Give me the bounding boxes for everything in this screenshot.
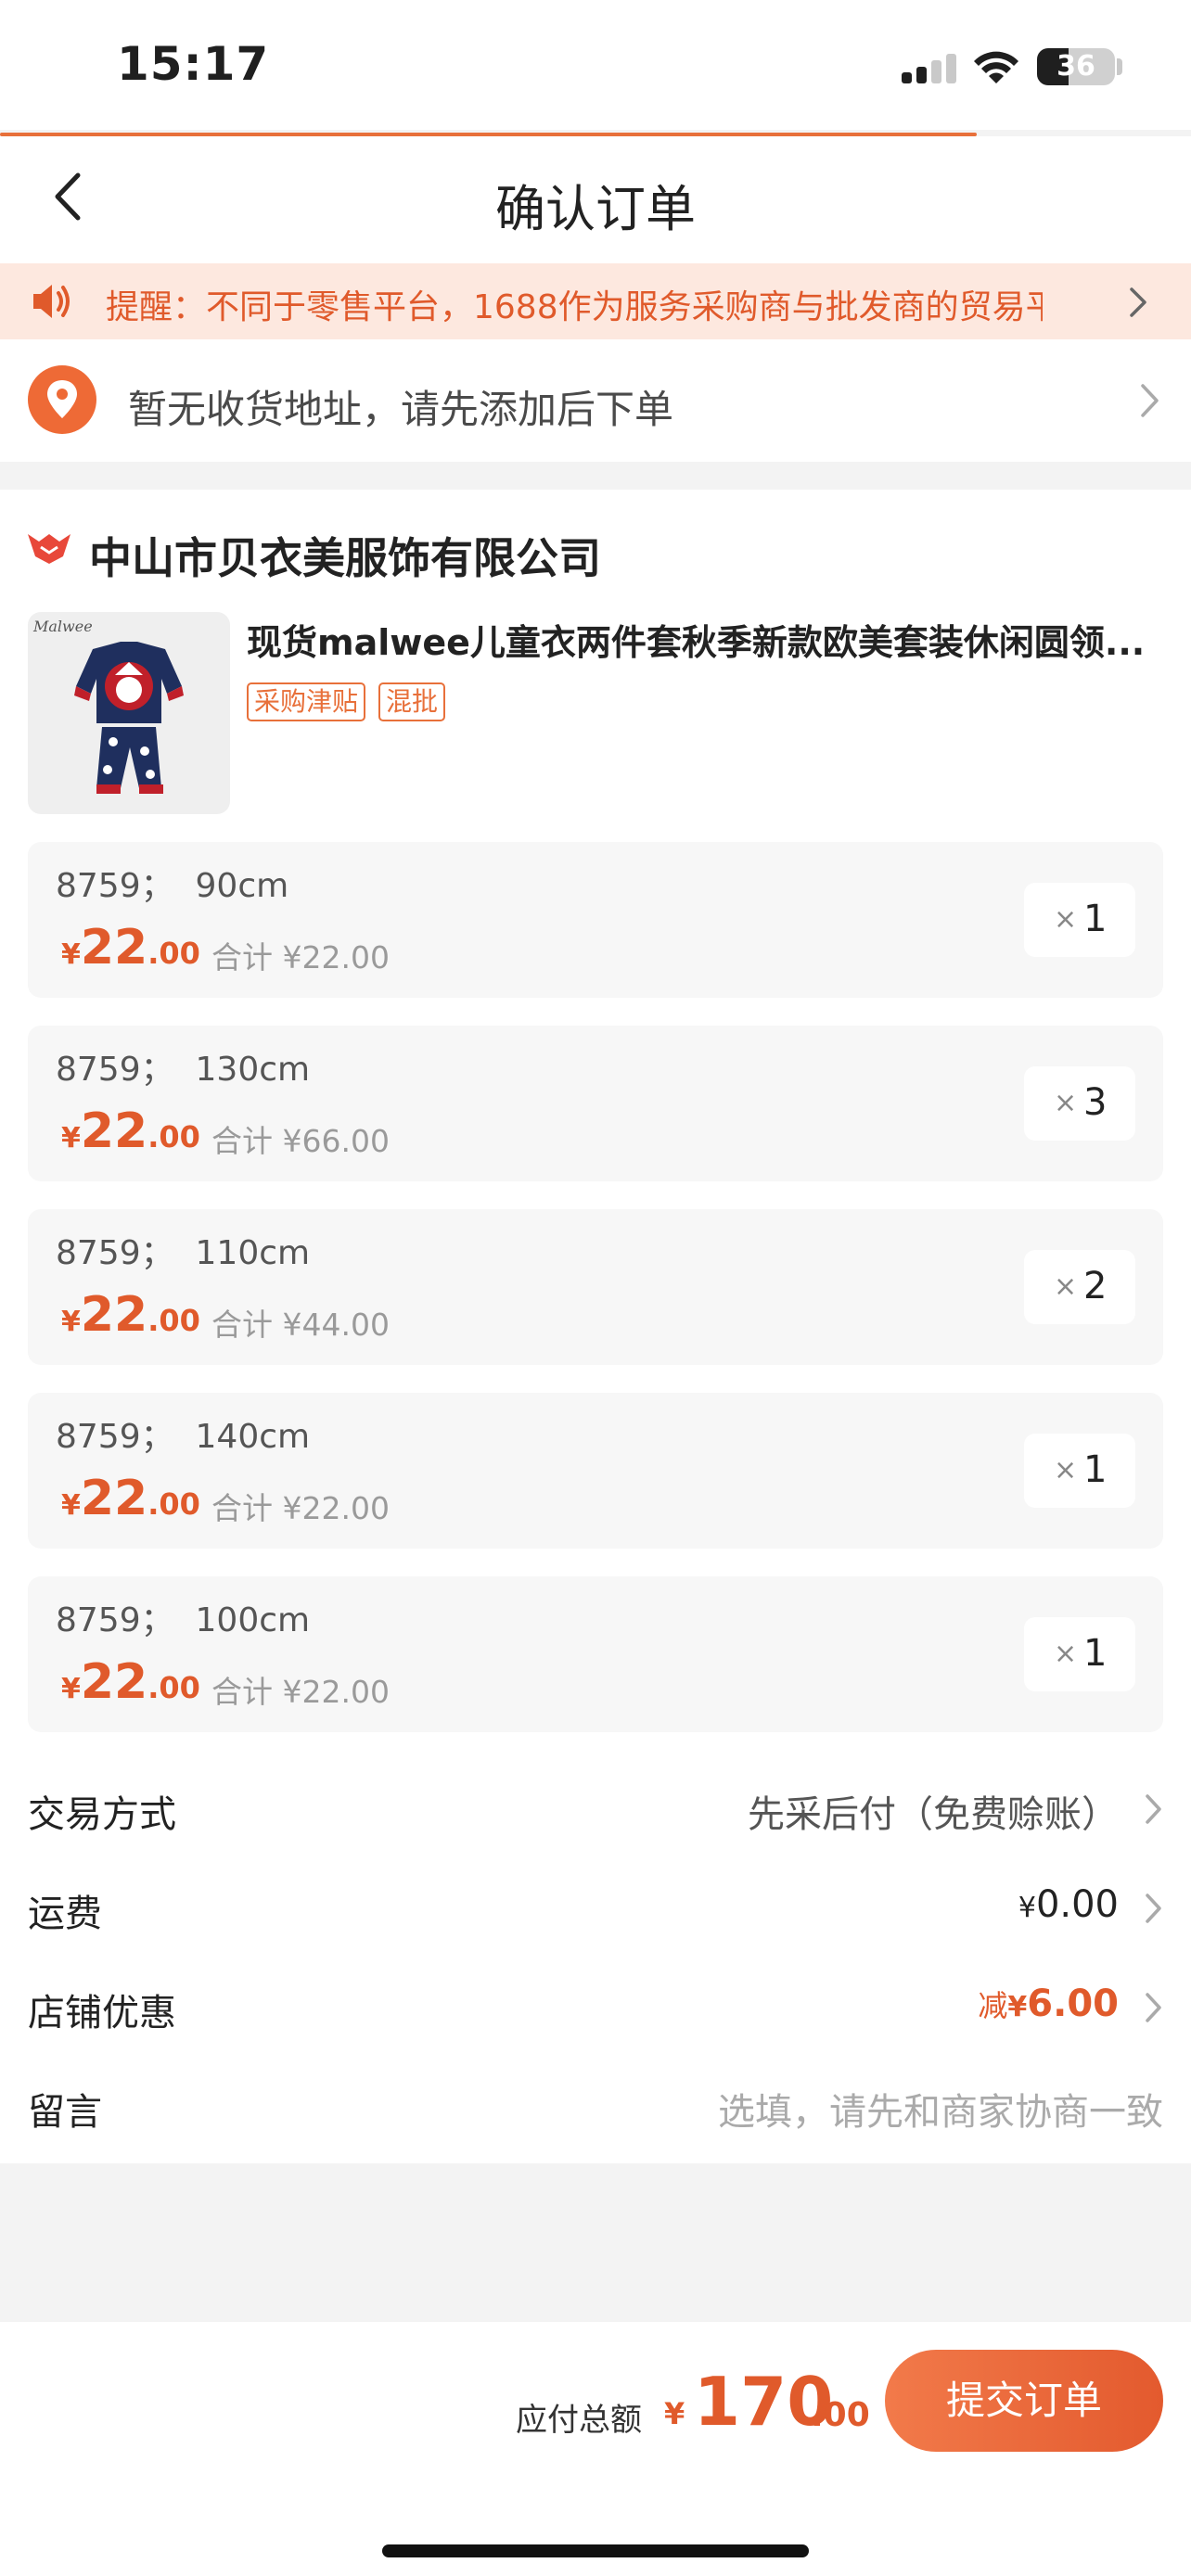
checkout-bar: 应付总额 ¥ 170 .00 提交订单 [0,2322,1191,2576]
quantity-value: 1 [1083,1632,1108,1675]
sku-row: 8759； 110cm ¥22.00 合计 ¥44.00 × 2 [28,1209,1163,1365]
tag-purchase-subsidy: 采购津贴 [247,682,366,721]
quantity-value: 2 [1083,1265,1108,1307]
total-label: 应付总额 [516,2402,642,2439]
status-time: 15:17 [117,37,270,91]
wifi-icon [974,51,1018,83]
trade-method-row[interactable]: 交易方式 先采后付（免费赊账） [0,1762,1191,1855]
shop-name[interactable]: 中山市贝衣美服饰有限公司 [89,525,601,586]
quantity-box[interactable]: × 1 [1024,883,1135,957]
tag-mixed-batch: 混批 [378,682,446,721]
sku-subtotal: 合计 ¥44.00 [211,1307,390,1343]
message-input[interactable]: 选填，请先和商家协商一致 [718,2082,1163,2136]
total-decimal: .00 [811,2396,870,2434]
product-thumbnail[interactable]: Malwee [28,612,230,814]
shop-discount-label: 店铺优惠 [28,1992,176,2034]
home-indicator [382,2544,809,2557]
sku-subtotal: 合计 ¥22.00 [211,1490,390,1526]
order-card: 中山市贝衣美服饰有限公司 Malwee 现货malwee儿童衣两件套秋季新款欧美… [0,490,1191,2163]
speaker-icon [33,285,70,318]
status-bar: 15:17 36 [0,0,1191,130]
trade-method-label: 交易方式 [28,1793,176,1836]
product-tags: 采购津贴 混批 [247,682,446,721]
submit-order-button[interactable]: 提交订单 [885,2350,1163,2452]
sku-row: 8759； 140cm ¥22.00 合计 ¥22.00 × 1 [28,1393,1163,1549]
sku-row: 8759； 90cm ¥22.00 合计 ¥22.00 × 1 [28,842,1163,998]
shipping-row[interactable]: 运费 ¥0.00 [0,1861,1191,1954]
quantity-value: 1 [1083,1448,1108,1491]
chevron-right-icon [1146,1894,1161,1923]
shipping-value: ¥0.00 [1018,1883,1119,1926]
sku-spec: 8759； 130cm [56,1051,311,1089]
brand-logo: Malwee [33,618,93,635]
address-selector[interactable]: 暂无收货地址，请先添加后下单 [0,339,1191,462]
total-currency: ¥ [664,2396,685,2431]
battery-level: 36 [1057,50,1095,83]
quantity-box[interactable]: × 3 [1024,1066,1135,1141]
location-pin-icon [28,365,96,434]
sku-subtotal: 合计 ¥22.00 [211,939,390,976]
battery-icon: 36 [1037,48,1115,85]
pajama-image [74,642,184,794]
message-label: 留言 [28,2091,102,2134]
sku-spec: 8759； 140cm [56,1418,311,1456]
sku-price: ¥22.00 [61,1654,200,1710]
shop-discount-row[interactable]: 店铺优惠 减¥6.00 [0,1960,1191,2053]
chevron-right-icon [1130,287,1146,317]
sku-price: ¥22.00 [61,1103,200,1159]
trade-method-value: 先采后付（免费赊账） [748,1793,1119,1836]
quantity-box[interactable]: × 2 [1024,1250,1135,1324]
sku-spec: 8759； 100cm [56,1601,311,1639]
sku-subtotal: 合计 ¥22.00 [211,1674,390,1710]
sku-row: 8759； 130cm ¥22.00 合计 ¥66.00 × 3 [28,1026,1163,1181]
quantity-value: 1 [1083,898,1108,940]
sku-spec: 8759； 90cm [56,867,289,905]
sku-subtotal: 合计 ¥66.00 [211,1123,390,1159]
product-title[interactable]: 现货malwee儿童衣两件套秋季新款欧美套装休闲圆领... [247,614,1165,665]
notice-banner[interactable]: 提醒：不同于零售平台，1688作为服务采购商与批发商的贸易平 [0,263,1191,339]
sku-price: ¥22.00 [61,920,200,976]
quantity-box[interactable]: × 1 [1024,1617,1135,1691]
address-prompt: 暂无收货地址，请先添加后下单 [128,387,674,432]
chevron-right-icon [1146,1794,1161,1824]
sku-spec: 8759； 110cm [56,1234,311,1272]
notice-text: 提醒：不同于零售平台，1688作为服务采购商与批发商的贸易平 [106,288,1043,326]
chevron-right-icon [1141,384,1159,417]
cellular-signal-icon [902,54,957,83]
shipping-label: 运费 [28,1893,102,1935]
sku-row: 8759； 100cm ¥22.00 合计 ¥22.00 × 1 [28,1576,1163,1732]
shop-discount-value: 减¥6.00 [978,1983,1119,2025]
nav-bar: 确认订单 [0,136,1191,263]
quantity-value: 3 [1083,1081,1108,1124]
quantity-box[interactable]: × 1 [1024,1434,1135,1508]
shop-logo-icon [28,534,70,564]
message-row: 留言 选填，请先和商家协商一致 [0,2060,1191,2152]
page-title: 确认订单 [495,180,696,238]
chevron-right-icon [1146,1993,1161,2022]
sku-price: ¥22.00 [61,1471,200,1526]
sku-price: ¥22.00 [61,1287,200,1343]
